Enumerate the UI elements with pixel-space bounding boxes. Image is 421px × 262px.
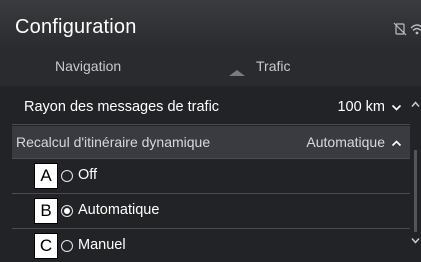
- radio-manuel[interactable]: [61, 240, 73, 252]
- radio-automatique[interactable]: [61, 205, 73, 217]
- dynamic-reroute-label: Recalcul d'itinéraire dynamique: [16, 134, 211, 150]
- scroll-up-icon[interactable]: [411, 100, 420, 109]
- settings-screen: Configuration Navigation Trafic Rayon de…: [0, 0, 421, 262]
- phone-off-icon: [393, 22, 407, 36]
- scrollbar[interactable]: [414, 150, 417, 232]
- option-automatique-label: Automatique: [78, 202, 160, 218]
- traffic-radius-row[interactable]: Rayon des messages de trafic 100 km: [12, 90, 410, 125]
- tab-bar: Navigation Trafic: [0, 46, 421, 86]
- tab-trafic[interactable]: Trafic: [256, 58, 290, 74]
- chevron-down-icon: [391, 104, 402, 111]
- traffic-radius-label: Rayon des messages de trafic: [24, 99, 220, 115]
- traffic-radius-value[interactable]: 100 km: [337, 99, 402, 115]
- option-manuel[interactable]: C Manuel: [12, 229, 410, 262]
- page-title: Configuration: [15, 16, 137, 38]
- radio-off[interactable]: [61, 170, 73, 182]
- callout-letter-c: C: [34, 233, 58, 259]
- callout-letter-b: B: [34, 198, 58, 224]
- traffic-radius-value-text: 100 km: [337, 99, 385, 115]
- option-automatique[interactable]: B Automatique: [12, 194, 410, 229]
- title-bar: Configuration: [0, 0, 421, 46]
- chevron-up-icon: [391, 140, 402, 146]
- option-manuel-label: Manuel: [78, 237, 126, 253]
- option-off-label: Off: [78, 167, 98, 183]
- dynamic-reroute-row[interactable]: Recalcul d'itinéraire dynamique Automati…: [12, 126, 410, 159]
- dynamic-reroute-value-text: Automatique: [306, 134, 385, 150]
- tab-navigation[interactable]: Navigation: [55, 58, 121, 74]
- dynamic-reroute-value[interactable]: Automatique: [306, 134, 402, 150]
- callout-letter-a: A: [34, 163, 58, 189]
- signal-icon: [410, 24, 421, 35]
- active-tab-indicator: [229, 70, 245, 76]
- scroll-down-icon[interactable]: [411, 236, 420, 245]
- option-off[interactable]: A Off: [12, 159, 410, 194]
